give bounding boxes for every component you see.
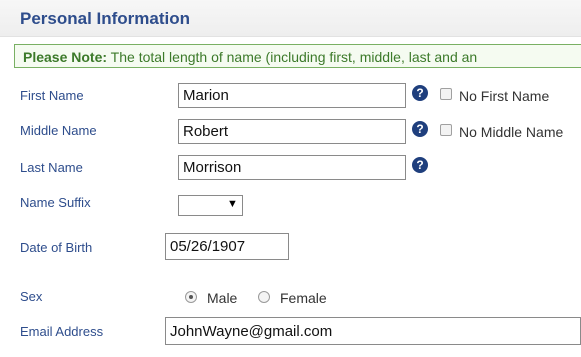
name-suffix-label: Name Suffix: [20, 195, 91, 210]
sex-male-label: Male: [207, 290, 238, 306]
no-first-name-checkbox[interactable]: [440, 88, 452, 100]
last-name-input[interactable]: Morrison: [178, 155, 406, 180]
middle-name-input[interactable]: Robert: [178, 119, 406, 144]
no-middle-name-checkbox[interactable]: [440, 124, 452, 136]
last-name-label: Last Name: [20, 160, 83, 175]
first-name-help-icon[interactable]: ?: [412, 85, 428, 101]
middle-name-label: Middle Name: [20, 123, 97, 138]
email-address-label: Email Address: [20, 324, 104, 339]
last-name-help-icon[interactable]: ?: [412, 157, 428, 173]
sex-female-radio[interactable]: [258, 291, 270, 303]
name-length-note: Please Note: The total length of name (i…: [14, 44, 581, 68]
dropdown-arrow-icon: ▼: [227, 198, 238, 210]
middle-name-help-icon[interactable]: ?: [412, 121, 428, 137]
date-of-birth-input[interactable]: 05/26/1907: [165, 233, 289, 260]
first-name-input[interactable]: Marion: [178, 83, 406, 108]
name-suffix-select[interactable]: ▼: [178, 195, 243, 216]
email-address-input[interactable]: JohnWayne@gmail.com: [165, 317, 581, 345]
no-first-name-label: No First Name: [459, 88, 550, 104]
first-name-label: First Name: [20, 88, 84, 103]
no-middle-name-label: No Middle Name: [459, 124, 564, 140]
sex-female-label: Female: [280, 290, 327, 306]
sex-label: Sex: [20, 289, 43, 304]
sex-male-radio[interactable]: [185, 291, 197, 303]
note-text: The total length of name (including firs…: [107, 49, 478, 65]
date-of-birth-label: Date of Birth: [20, 240, 93, 255]
section-title: Personal Information: [20, 9, 191, 28]
section-header: Personal Information: [0, 0, 581, 37]
note-prefix: Please Note:: [23, 49, 108, 65]
